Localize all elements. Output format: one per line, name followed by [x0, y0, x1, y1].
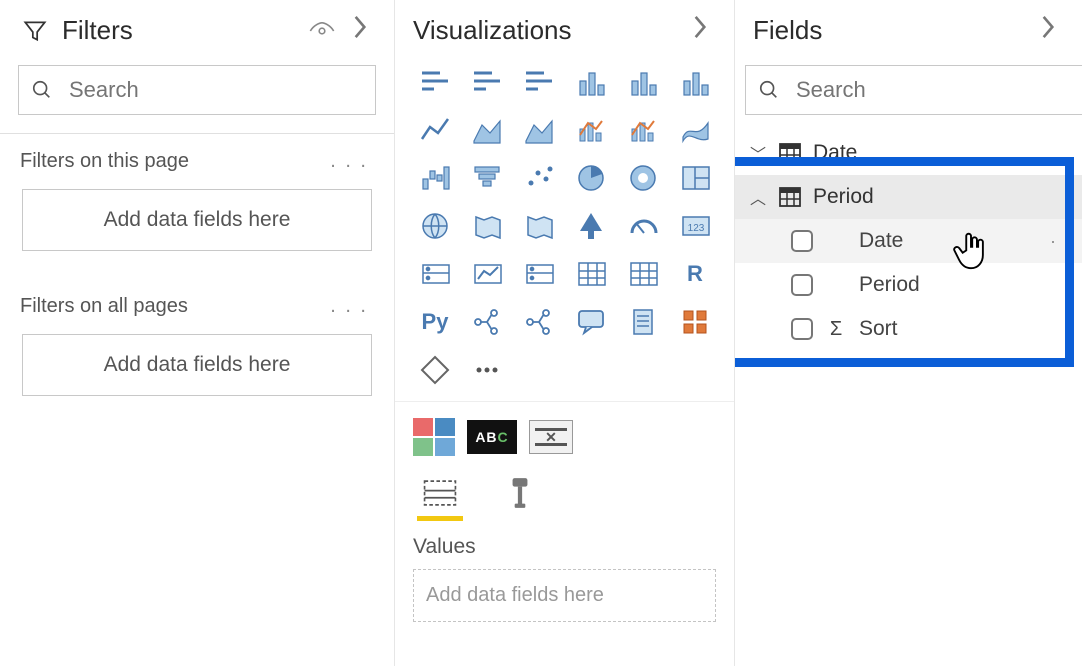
viz-pie[interactable]	[569, 157, 613, 199]
svg-text:123: 123	[688, 223, 705, 234]
viz-power-apps[interactable]	[673, 301, 717, 343]
values-label: Values	[395, 521, 734, 563]
viz-scatter[interactable]	[517, 157, 561, 199]
table-name: Period	[813, 185, 874, 209]
viz-power-automate[interactable]	[413, 349, 457, 391]
viz-stacked-100-bar[interactable]	[517, 61, 561, 103]
viz-shape-map[interactable]	[517, 205, 561, 247]
filters-all-pages-drop[interactable]: Add data fields here	[22, 334, 372, 396]
filters-search[interactable]	[18, 65, 376, 115]
viz-r-visual[interactable]: R	[673, 253, 717, 295]
viz-treemap[interactable]	[673, 157, 717, 199]
field-name: Period	[859, 273, 920, 297]
tab-format[interactable]	[497, 476, 543, 521]
filters-all-pages-more-icon[interactable]: . . .	[324, 293, 374, 320]
filters-search-input[interactable]	[67, 76, 363, 104]
table-row[interactable]: ﹀ Date	[735, 131, 1082, 175]
checkbox[interactable]	[791, 318, 813, 340]
viz-gauge[interactable]	[621, 205, 665, 247]
visualizations-header: Visualizations	[395, 0, 734, 61]
viz-clustered-bar[interactable]	[465, 61, 509, 103]
viz-filled-map[interactable]	[465, 205, 509, 247]
viz-stacked-column[interactable]	[621, 61, 665, 103]
viz-card[interactable]: 123	[673, 205, 717, 247]
chevron-down-icon: ﹀	[749, 141, 767, 165]
filters-title: Filters	[62, 15, 308, 46]
viz-more[interactable]	[465, 349, 509, 391]
fields-title: Fields	[753, 15, 1034, 46]
viz-table[interactable]	[569, 253, 613, 295]
viz-tab-row	[395, 464, 734, 521]
filters-this-page-drop[interactable]: Add data fields here	[22, 189, 372, 251]
visualizations-grid: 123 R Py	[395, 61, 734, 401]
conditional-format-icon[interactable]: ABC	[467, 420, 517, 454]
viz-funnel[interactable]	[465, 157, 509, 199]
viz-decomposition-tree[interactable]	[517, 301, 561, 343]
fields-header: Fields	[735, 0, 1082, 61]
table-name: Date	[813, 141, 857, 165]
sigma-icon: Σ	[827, 318, 845, 341]
field-more-icon[interactable]: · ·	[1050, 231, 1070, 252]
viz-stacked-area[interactable]	[517, 109, 561, 151]
filters-all-pages-label: Filters on all pages	[20, 295, 188, 318]
filters-this-page-label: Filters on this page	[20, 150, 189, 173]
viz-line-clustered-column[interactable]	[569, 109, 613, 151]
field-row[interactable]: Σ Sort	[735, 307, 1082, 351]
table-icon	[779, 187, 801, 207]
viz-stacked-bar[interactable]	[413, 61, 457, 103]
viz-qa[interactable]	[569, 301, 613, 343]
viz-donut[interactable]	[621, 157, 665, 199]
viz-line-stacked-column[interactable]	[621, 109, 665, 151]
search-icon	[758, 79, 780, 101]
checkbox[interactable]	[791, 230, 813, 252]
color-theme-icon[interactable]	[413, 418, 455, 456]
table-row[interactable]: ︿ Period	[735, 175, 1082, 219]
viz-kpi[interactable]	[465, 253, 509, 295]
viz-slicer[interactable]	[517, 253, 561, 295]
visualizations-extras: ABC ✕	[395, 401, 734, 464]
search-icon	[31, 79, 53, 101]
drill-mode-icon[interactable]: ✕	[529, 420, 573, 454]
funnel-icon	[22, 18, 48, 44]
viz-python-visual[interactable]: Py	[413, 301, 457, 343]
values-drop[interactable]: Add data fields here	[413, 569, 716, 622]
field-name: Date	[859, 229, 903, 253]
fields-pane: Fields ﹀ Date ︿ Period Date · · Period Σ Sort	[735, 0, 1082, 666]
collapse-visualizations-icon[interactable]	[686, 14, 714, 47]
viz-clustered-column[interactable]	[569, 61, 613, 103]
visualizations-title: Visualizations	[413, 15, 686, 46]
fields-search-input[interactable]	[794, 76, 1070, 104]
table-icon	[779, 143, 801, 163]
filters-this-page-more-icon[interactable]: . . .	[324, 148, 374, 175]
tab-fields[interactable]	[417, 476, 463, 521]
filters-header: Filters	[0, 0, 394, 61]
viz-ribbon[interactable]	[673, 109, 717, 151]
field-name: Sort	[859, 317, 898, 341]
viz-key-influencers[interactable]	[465, 301, 509, 343]
checkbox[interactable]	[791, 274, 813, 296]
collapse-fields-icon[interactable]	[1034, 14, 1062, 47]
eye-icon[interactable]	[308, 21, 336, 41]
field-row[interactable]: Date · ·	[735, 219, 1082, 263]
viz-area[interactable]	[465, 109, 509, 151]
filters-pane: Filters Filters on this	[0, 0, 395, 666]
chevron-up-icon: ︿	[749, 185, 767, 209]
viz-matrix[interactable]	[621, 253, 665, 295]
collapse-filters-icon[interactable]	[346, 14, 374, 47]
field-row[interactable]: Period	[735, 263, 1082, 307]
viz-waterfall[interactable]	[413, 157, 457, 199]
viz-azure-map[interactable]	[569, 205, 613, 247]
filters-this-page-section: Filters on this page . . . Add data fiel…	[0, 134, 394, 279]
viz-stacked-100-column[interactable]	[673, 61, 717, 103]
fields-body: ﹀ Date ︿ Period Date · · Period Σ Sort	[735, 129, 1082, 351]
filters-all-pages-section: Filters on all pages . . . Add data fiel…	[0, 279, 394, 424]
viz-paginated[interactable]	[621, 301, 665, 343]
visualizations-pane: Visualizations 123 R Py ABC ✕	[395, 0, 735, 666]
fields-search[interactable]	[745, 65, 1082, 115]
viz-map[interactable]	[413, 205, 457, 247]
viz-line[interactable]	[413, 109, 457, 151]
viz-multi-row-card[interactable]	[413, 253, 457, 295]
